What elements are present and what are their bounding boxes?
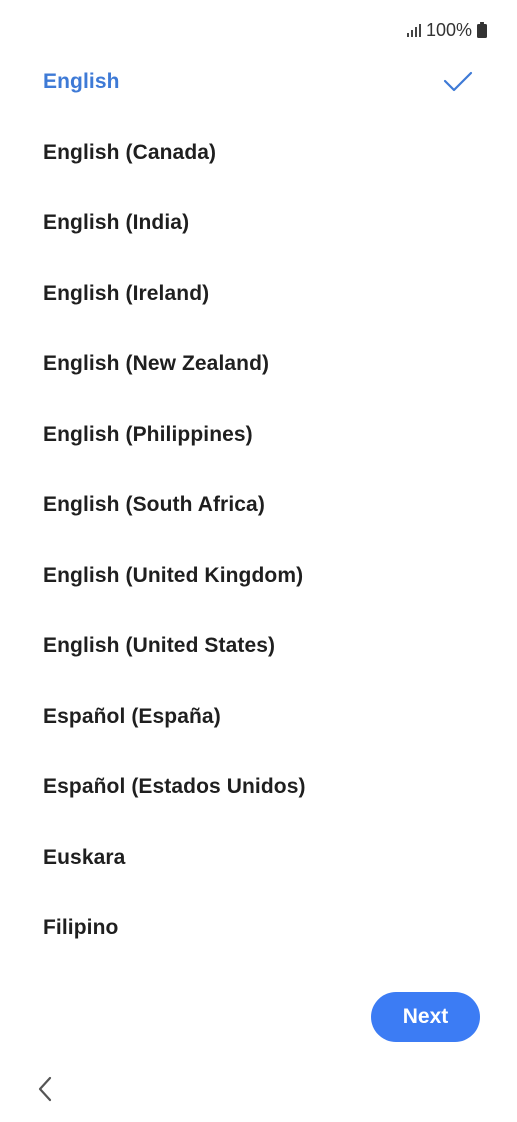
- language-label: English: [43, 70, 120, 94]
- chevron-left-icon: [38, 1076, 52, 1102]
- language-label: English (Ireland): [43, 281, 210, 305]
- checkmark-icon: [443, 72, 473, 92]
- language-item[interactable]: Español (España): [0, 682, 517, 753]
- language-item[interactable]: English (Canada): [0, 118, 517, 189]
- battery-percentage: 100%: [425, 19, 472, 40]
- language-item[interactable]: Español (Estados Unidos): [0, 752, 517, 823]
- language-label: Filipino: [43, 916, 119, 940]
- language-item[interactable]: Euskara: [0, 823, 517, 894]
- language-label: English (Philippines): [43, 422, 253, 446]
- language-label: Español (España): [43, 704, 221, 728]
- language-label: Español (Estados Unidos): [43, 775, 306, 799]
- language-item[interactable]: Filipino: [0, 893, 517, 964]
- battery-full-icon: [477, 22, 487, 38]
- next-button[interactable]: Next: [371, 992, 480, 1042]
- language-label: English (United States): [43, 634, 276, 658]
- language-item[interactable]: English (United States): [0, 611, 517, 682]
- language-label: English (United Kingdom): [43, 563, 304, 587]
- language-item[interactable]: English (New Zealand): [0, 329, 517, 400]
- language-item[interactable]: English (South Africa): [0, 470, 517, 541]
- language-label: English (India): [43, 211, 190, 235]
- back-button[interactable]: [28, 1070, 62, 1108]
- language-list: English English (Canada) English (India) En…: [0, 47, 517, 964]
- language-item[interactable]: English: [0, 47, 517, 118]
- status-bar: 100%: [406, 17, 487, 43]
- language-item[interactable]: English (United Kingdom): [0, 541, 517, 612]
- language-label: English (New Zealand): [43, 352, 270, 376]
- signal-bars-icon: [406, 23, 421, 37]
- language-item[interactable]: English (India): [0, 188, 517, 259]
- language-label: English (South Africa): [43, 493, 265, 517]
- language-label: English (Canada): [43, 140, 217, 164]
- language-item[interactable]: English (Ireland): [0, 259, 517, 330]
- language-item[interactable]: English (Philippines): [0, 400, 517, 471]
- language-label: Euskara: [43, 845, 126, 869]
